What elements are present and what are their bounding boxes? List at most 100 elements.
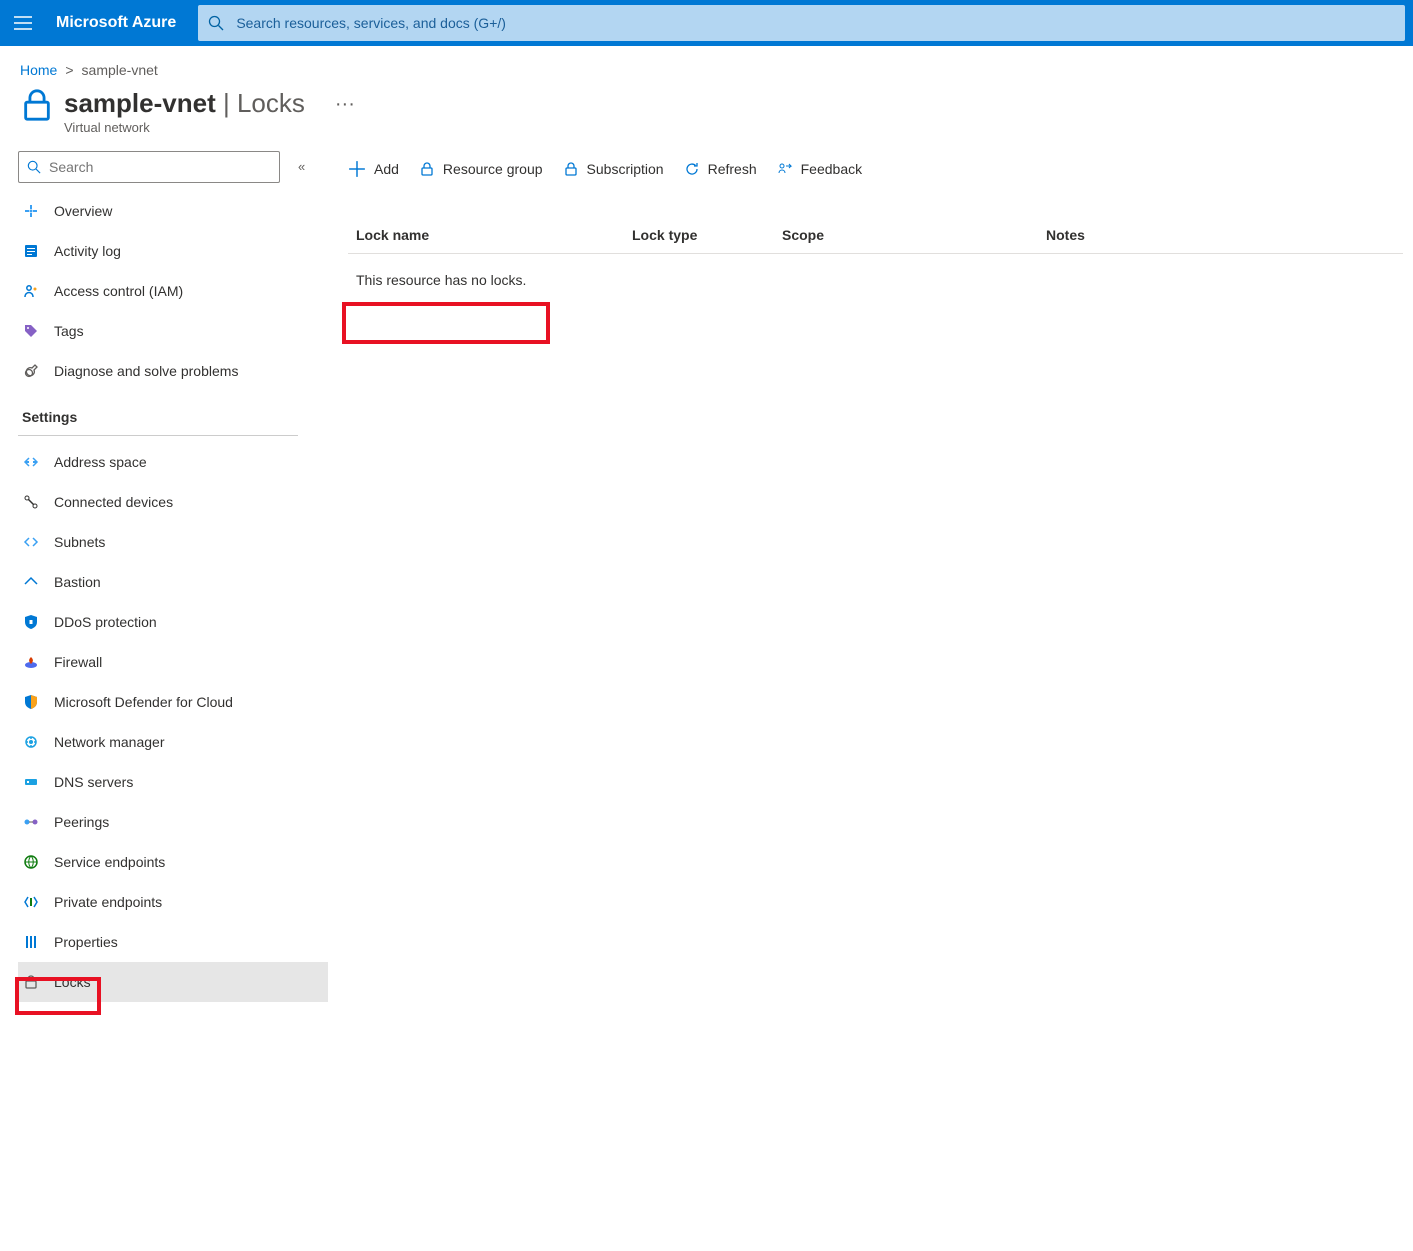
sidebar-item-label: Diagnose and solve problems <box>54 363 238 379</box>
sidebar-item-label: Microsoft Defender for Cloud <box>54 694 233 710</box>
refresh-button[interactable]: Refresh <box>684 161 757 177</box>
properties-icon <box>22 933 40 951</box>
sidebar-item-label: DNS servers <box>54 774 133 790</box>
col-lock-type[interactable]: Lock type <box>632 227 782 243</box>
sidebar-item-connected-devices[interactable]: Connected devices <box>18 482 328 522</box>
brand-label[interactable]: Microsoft Azure <box>46 14 198 32</box>
subnets-icon <box>22 533 40 551</box>
command-bar: Add Resource group Subscription Refresh … <box>348 151 1403 187</box>
global-search-input[interactable] <box>234 14 1395 32</box>
sidebar-item-label: Private endpoints <box>54 894 162 910</box>
access-control-icon <box>22 282 40 300</box>
breadcrumb-current[interactable]: sample-vnet <box>82 62 158 78</box>
sidebar-item-label: Tags <box>54 323 84 339</box>
breadcrumb-sep: > <box>65 62 73 78</box>
sidebar: « Overview Activity log Access control (… <box>18 151 328 1002</box>
hamburger-menu-button[interactable] <box>0 0 46 46</box>
lock-icon <box>563 161 579 177</box>
sidebar-item-locks[interactable]: Locks <box>18 962 328 1002</box>
diagnose-icon <box>22 362 40 380</box>
feedback-icon <box>777 161 793 177</box>
overview-icon <box>22 202 40 220</box>
sidebar-item-label: Bastion <box>54 574 101 590</box>
collapse-sidebar-button[interactable]: « <box>298 159 305 174</box>
locks-table-header: Lock name Lock type Scope Notes <box>348 227 1403 254</box>
sidebar-item-subnets[interactable]: Subnets <box>18 522 328 562</box>
search-icon <box>27 160 41 174</box>
search-icon <box>208 15 224 31</box>
sidebar-item-label: Firewall <box>54 654 102 670</box>
sidebar-item-peerings[interactable]: Peerings <box>18 802 328 842</box>
sidebar-item-properties[interactable]: Properties <box>18 922 328 962</box>
button-label: Feedback <box>801 161 862 177</box>
col-scope[interactable]: Scope <box>782 227 1046 243</box>
divider <box>18 435 298 436</box>
sidebar-section-settings: Settings <box>18 391 328 431</box>
sidebar-item-label: Access control (IAM) <box>54 283 183 299</box>
sidebar-item-label: Overview <box>54 203 112 219</box>
refresh-icon <box>684 161 700 177</box>
sidebar-item-activity-log[interactable]: Activity log <box>18 231 328 271</box>
lock-icon <box>419 161 435 177</box>
dns-servers-icon <box>22 773 40 791</box>
subscription-button[interactable]: Subscription <box>563 161 664 177</box>
global-search[interactable] <box>198 5 1405 41</box>
lock-icon <box>22 973 40 991</box>
breadcrumb-home[interactable]: Home <box>20 62 57 78</box>
sidebar-item-label: Subnets <box>54 534 105 550</box>
network-manager-icon <box>22 733 40 751</box>
sidebar-item-label: Properties <box>54 934 118 950</box>
main-panel: Add Resource group Subscription Refresh … <box>328 151 1413 1002</box>
sidebar-item-diagnose[interactable]: Diagnose and solve problems <box>18 351 328 391</box>
sidebar-item-label: Network manager <box>54 734 165 750</box>
sidebar-item-defender[interactable]: Microsoft Defender for Cloud <box>18 682 328 722</box>
defender-icon <box>22 693 40 711</box>
tags-icon <box>22 322 40 340</box>
button-label: Resource group <box>443 161 543 177</box>
breadcrumb: Home > sample-vnet <box>0 46 1413 88</box>
sidebar-item-tags[interactable]: Tags <box>18 311 328 351</box>
more-actions-button[interactable]: ··· <box>335 93 355 116</box>
feedback-button[interactable]: Feedback <box>777 161 862 177</box>
sidebar-item-label: Address space <box>54 454 147 470</box>
add-button[interactable]: Add <box>348 160 399 178</box>
sidebar-item-service-endpoints[interactable]: Service endpoints <box>18 842 328 882</box>
sidebar-item-ddos[interactable]: DDoS protection <box>18 602 328 642</box>
sidebar-item-label: Locks <box>54 974 91 990</box>
sidebar-item-bastion[interactable]: Bastion <box>18 562 328 602</box>
empty-state-message: This resource has no locks. <box>348 254 1403 306</box>
resource-group-button[interactable]: Resource group <box>419 161 543 177</box>
col-lock-name[interactable]: Lock name <box>356 227 632 243</box>
top-bar: Microsoft Azure <box>0 0 1413 46</box>
page-title: sample-vnet | Locks <box>64 88 305 118</box>
private-endpoints-icon <box>22 893 40 911</box>
sidebar-item-private-endpoints[interactable]: Private endpoints <box>18 882 328 922</box>
lock-icon <box>20 87 54 123</box>
sidebar-item-address-space[interactable]: Address space <box>18 442 328 482</box>
page-title-bar: sample-vnet | Locks Virtual network ··· <box>0 88 1413 143</box>
connected-devices-icon <box>22 493 40 511</box>
sidebar-item-label: Activity log <box>54 243 121 259</box>
sidebar-item-label: Peerings <box>54 814 109 830</box>
sidebar-item-access-control[interactable]: Access control (IAM) <box>18 271 328 311</box>
peerings-icon <box>22 813 40 831</box>
col-notes[interactable]: Notes <box>1046 227 1403 243</box>
button-label: Add <box>374 161 399 177</box>
activity-log-icon <box>22 242 40 260</box>
sidebar-item-label: DDoS protection <box>54 614 157 630</box>
button-label: Refresh <box>708 161 757 177</box>
sidebar-item-firewall[interactable]: Firewall <box>18 642 328 682</box>
sidebar-item-overview[interactable]: Overview <box>18 191 328 231</box>
plus-icon <box>348 160 366 178</box>
sidebar-search[interactable] <box>18 151 280 183</box>
sidebar-item-network-manager[interactable]: Network manager <box>18 722 328 762</box>
service-endpoints-icon <box>22 853 40 871</box>
page-section: Locks <box>237 88 305 118</box>
hamburger-icon <box>14 16 32 30</box>
sidebar-search-input[interactable] <box>47 158 271 176</box>
button-label: Subscription <box>587 161 664 177</box>
ddos-icon <box>22 613 40 631</box>
sidebar-item-label: Service endpoints <box>54 854 165 870</box>
resource-name: sample-vnet <box>64 88 216 118</box>
sidebar-item-dns-servers[interactable]: DNS servers <box>18 762 328 802</box>
